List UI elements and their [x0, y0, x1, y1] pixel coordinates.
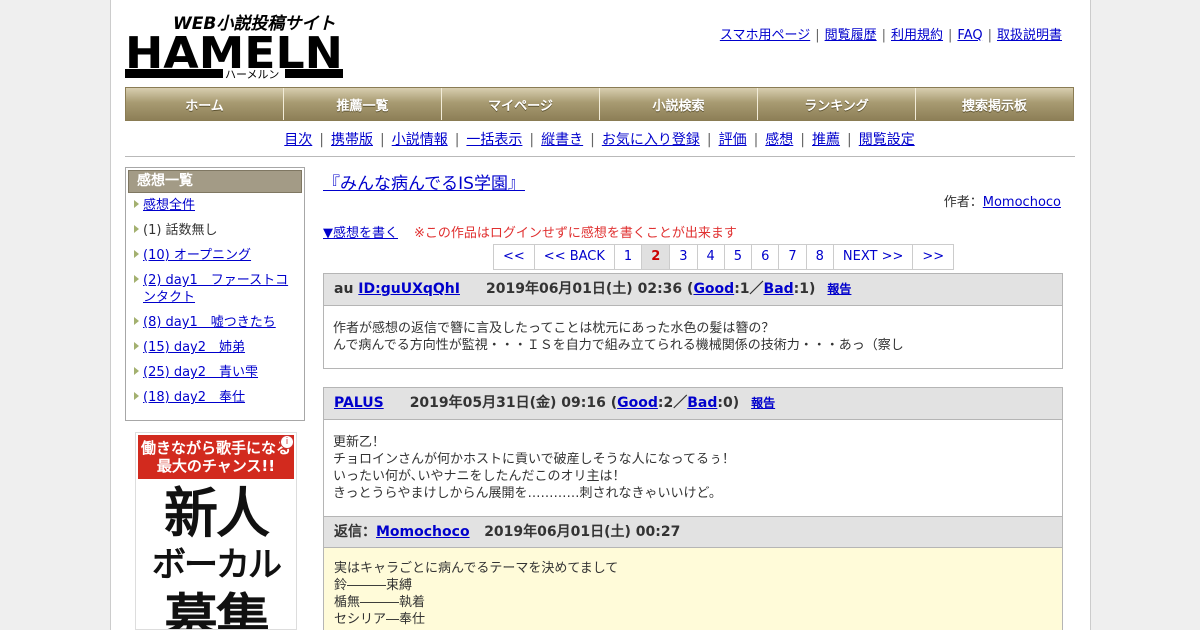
sidebar-item-all[interactable]: 感想全件: [134, 197, 300, 214]
bad-button[interactable]: Bad: [764, 281, 794, 297]
subnav-novel-info[interactable]: 小説情報: [392, 132, 448, 148]
ad-info-icon[interactable]: i: [280, 435, 294, 449]
sidebar-item-liars[interactable]: (8) day1 嘘つきたち: [134, 314, 300, 331]
bullet-icon: [134, 275, 139, 283]
nav-home[interactable]: ホーム: [126, 88, 284, 120]
subnav-vertical[interactable]: 縦書き: [541, 132, 583, 148]
page-first[interactable]: <<: [494, 245, 535, 269]
page-8[interactable]: 8: [807, 245, 834, 269]
bullet-icon: [134, 317, 139, 325]
nav-ranking[interactable]: ランキング: [758, 88, 916, 120]
nav-recommend-list[interactable]: 推薦一覧: [284, 88, 442, 120]
sidebar-item-no-episode: (1) 話数無し: [134, 222, 300, 239]
nav-novel-search[interactable]: 小説検索: [600, 88, 758, 120]
hameln-logo[interactable]: WEB小説投稿サイト HAMELN ハーメルン: [125, 10, 347, 81]
report-link[interactable]: 報告: [751, 396, 775, 410]
page-1[interactable]: 1: [615, 245, 643, 269]
bullet-icon: [134, 342, 139, 350]
nav-mypage[interactable]: マイページ: [442, 88, 600, 120]
link-history[interactable]: 閲覧履歴: [825, 28, 877, 43]
good-button[interactable]: Good: [617, 395, 658, 411]
subnav-all-view[interactable]: 一括表示: [466, 132, 522, 148]
subnav-view-settings[interactable]: 閲覧設定: [859, 132, 915, 148]
page-4[interactable]: 4: [698, 245, 725, 269]
page-last[interactable]: >>: [913, 245, 953, 269]
bullet-icon: [134, 200, 139, 208]
reviewer-link[interactable]: ID:guUXqQhI: [358, 281, 460, 297]
sidebar-item-first-contact[interactable]: (2) day1 ファーストコンタクト: [134, 272, 300, 306]
review-date: 2019年05月31日(金) 09:16: [409, 395, 606, 411]
nav-search-board[interactable]: 捜索掲示板: [916, 88, 1073, 120]
subnav-reviews[interactable]: 感想: [765, 132, 793, 148]
link-terms[interactable]: 利用規約: [891, 28, 943, 43]
reply-header: 返信：Momochoco 2019年06月01日(土) 00:27: [324, 516, 1062, 548]
global-nav: ホーム 推薦一覧 マイページ 小説検索 ランキング 捜索掲示板: [125, 87, 1074, 121]
reply-date: 2019年06月01日(土) 00:27: [484, 524, 681, 540]
advertisement-banner[interactable]: i 働きながら歌手になる 最大のチャンス!! 新人 ボーカル 募集: [135, 432, 297, 630]
write-review-link[interactable]: ▼感想を書く: [323, 226, 398, 241]
ad-mid-text: ボーカル: [152, 545, 282, 585]
link-smartphone[interactable]: スマホ用ページ: [720, 28, 810, 43]
reply-body: 実はキャラごとに病んでるテーマを決めてまして 鈴―――束縛 楯無―――執着 セシ…: [324, 548, 1062, 630]
ad-headline: 働きながら歌手になる 最大のチャンス!!: [138, 435, 294, 479]
novel-sub-nav: 目次 | 携帯版 | 小説情報 | 一括表示 | 縦書き | お気に入り登録 | 評価 | 感想 | 推薦 | 閲覧…: [284, 132, 915, 148]
sidebar-title: 感想一覧: [128, 170, 302, 193]
review-date: 2019年06月01日(土) 02:36: [485, 281, 683, 297]
good-button[interactable]: Good: [693, 281, 734, 297]
divider: [125, 156, 1075, 157]
header-links: スマホ用ページ | 閲覧履歴 | 利用規約 | FAQ | 取扱説明書: [719, 28, 1062, 43]
page-7[interactable]: 7: [779, 245, 807, 269]
sidebar-item-opening[interactable]: (10) オープニング: [134, 247, 300, 264]
link-manual[interactable]: 取扱説明書: [997, 28, 1062, 43]
bullet-icon: [134, 225, 139, 233]
page-current: 2: [642, 245, 671, 269]
write-review-line: ▼感想を書く ※この作品はログインせずに感想を書くことが出来ます: [323, 222, 737, 241]
link-faq[interactable]: FAQ: [957, 28, 982, 43]
page-next[interactable]: NEXT >>: [834, 245, 914, 269]
login-notice: ※この作品はログインせずに感想を書くことが出来ます: [414, 226, 737, 241]
review-card: PALUS 2019年05月31日(金) 09:16 (Good:2／Bad:0)…: [323, 387, 1063, 630]
page-3[interactable]: 3: [670, 245, 698, 269]
report-link[interactable]: 報告: [827, 282, 851, 296]
review-sidebar: 感想一覧 感想全件 (1) 話数無し (10) オープニング (2) day1 …: [125, 167, 305, 421]
pagination: << << BACK 1 2 3 4 5 6 7 8 NEXT >> >>: [493, 244, 955, 270]
logo-kana: ハーメルン: [225, 68, 279, 80]
subnav-rating[interactable]: 評価: [719, 132, 747, 148]
author-line: 作者：Momochoco: [943, 195, 1061, 210]
reply-author-link[interactable]: Momochoco: [376, 524, 470, 540]
sidebar-item-service[interactable]: (18) day2 奉仕: [134, 389, 300, 406]
bullet-icon: [134, 250, 139, 258]
author-link[interactable]: Momochoco: [983, 195, 1061, 210]
review-card: au ID:guUXqQhI 2019年06月01日(土) 02:36 (Good…: [323, 273, 1063, 369]
subnav-recommend[interactable]: 推薦: [812, 132, 840, 148]
ad-big-text: 新人: [164, 482, 270, 545]
subnav-toc[interactable]: 目次: [284, 132, 312, 148]
bullet-icon: [134, 367, 139, 375]
bullet-icon: [134, 392, 139, 400]
novel-title[interactable]: 『みんな病んでるIS学園』: [323, 169, 525, 194]
subnav-mobile[interactable]: 携帯版: [331, 132, 373, 148]
review-header: PALUS 2019年05月31日(金) 09:16 (Good:2／Bad:0)…: [324, 388, 1062, 420]
ad-cut-text: 募集: [164, 588, 270, 630]
page: WEB小説投稿サイト HAMELN ハーメルン スマホ用ページ | 閲覧履歴 | 利用規…: [110, 0, 1091, 630]
review-header: au ID:guUXqQhI 2019年06月01日(土) 02:36 (Good…: [324, 274, 1062, 306]
page-5[interactable]: 5: [725, 245, 753, 269]
sidebar-item-siblings[interactable]: (15) day2 姉弟: [134, 339, 300, 356]
subnav-favorite[interactable]: お気に入り登録: [602, 132, 700, 148]
sidebar-item-blue-drop[interactable]: (25) day2 青い雫: [134, 364, 300, 381]
review-body: 作者が感想の返信で簪に言及したってことは枕元にあった水色の髪は簪の？ んで病んで…: [333, 321, 904, 353]
review-body: 更新乙！ チョロインさんが何かホストに貢いで破産しそうな人になってるぅ！ いった…: [333, 435, 735, 501]
page-back[interactable]: << BACK: [535, 245, 615, 269]
bad-button[interactable]: Bad: [687, 395, 717, 411]
page-6[interactable]: 6: [752, 245, 780, 269]
reviewer-link[interactable]: PALUS: [334, 395, 384, 411]
